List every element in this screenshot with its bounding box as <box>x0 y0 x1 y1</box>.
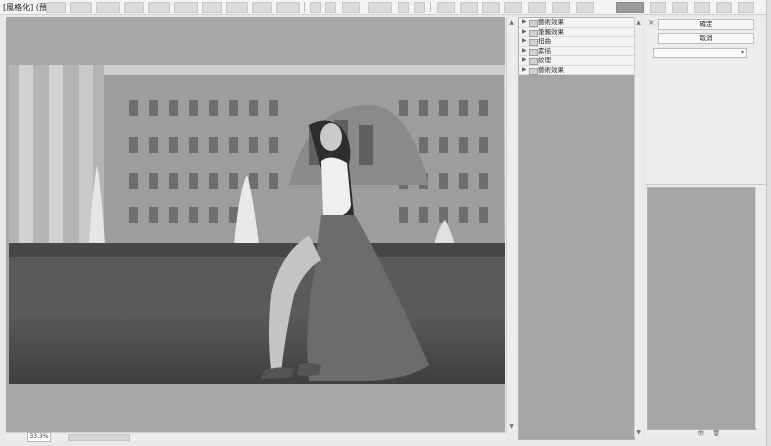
tree-item-label: 扭曲 <box>538 37 551 45</box>
toolbar-dropdown[interactable] <box>342 2 360 13</box>
folder-icon <box>529 48 538 56</box>
toolbar-button[interactable] <box>325 2 336 13</box>
canvas-horizontal-scrollbar[interactable] <box>6 432 506 441</box>
toolbar-button[interactable] <box>437 2 455 13</box>
scroll-up-icon[interactable]: ▲ <box>635 19 642 26</box>
chevron-right-icon[interactable]: ▶ <box>522 37 527 46</box>
toolbar-control[interactable] <box>148 2 170 13</box>
scroll-down-icon[interactable]: ▼ <box>508 423 515 430</box>
toolbar-field[interactable] <box>368 2 392 13</box>
toolbar-control[interactable] <box>226 2 248 13</box>
toolbar-separator <box>304 2 305 12</box>
canvas-vertical-scrollbar[interactable]: ▲ ▼ <box>506 17 516 432</box>
preview-photo-graphic <box>9 65 505 384</box>
toolbar-button[interactable] <box>576 2 594 13</box>
chevron-right-icon[interactable]: ▶ <box>522 56 527 65</box>
toolbar-button[interactable] <box>482 2 500 13</box>
chevron-right-icon[interactable]: ▶ <box>522 28 527 37</box>
close-icon[interactable]: × <box>648 18 655 27</box>
toolbar-control[interactable] <box>252 2 272 13</box>
chevron-right-icon[interactable]: ▶ <box>522 18 527 27</box>
chevron-right-icon[interactable]: ▶ <box>522 66 527 75</box>
toolbar-button[interactable] <box>310 2 321 13</box>
effect-layers-box[interactable] <box>647 187 756 430</box>
toolbar-control[interactable] <box>174 2 198 13</box>
folder-icon <box>529 39 538 46</box>
toolbar-tab[interactable] <box>716 2 732 13</box>
toolbar-control[interactable] <box>46 2 66 13</box>
toolbar-button[interactable] <box>398 2 409 13</box>
scroll-thumb[interactable] <box>68 434 130 441</box>
layers-vertical-scrollbar[interactable] <box>755 187 763 428</box>
window-edge <box>766 0 771 446</box>
toolbar-tab[interactable] <box>694 2 710 13</box>
toolbar-tab[interactable] <box>672 2 688 13</box>
toolbar-control[interactable] <box>70 2 92 13</box>
tree-vertical-scrollbar[interactable]: ▲ ▼ <box>634 17 642 438</box>
folder-icon <box>529 67 538 75</box>
filter-tree-panel: ▶ 藝術效果 ▶ 筆觸效果 ▶ 扭曲 ▶ 素描 ▶ 紋理 ▶ 藝術效果 <box>518 17 635 440</box>
toolbar-button[interactable] <box>528 2 546 13</box>
toolbar-button[interactable] <box>460 2 478 13</box>
preview-image <box>9 65 505 384</box>
tree-item[interactable]: ▶ 藝術效果 <box>519 65 634 75</box>
tree-item[interactable]: ▶ 藝術效果 <box>519 18 634 28</box>
toolbar-tab[interactable] <box>738 2 754 13</box>
layer-actions: 👁 🗑 <box>697 430 726 437</box>
scroll-up-icon[interactable]: ▲ <box>508 19 515 26</box>
tree-item-label: 素描 <box>538 46 551 55</box>
toolbar-control[interactable] <box>96 2 120 13</box>
toolbar-button[interactable] <box>414 2 425 13</box>
toolbar-button[interactable] <box>552 2 570 13</box>
tree-item[interactable]: ▶ 素描 <box>519 46 634 56</box>
scroll-down-icon[interactable]: ▼ <box>635 429 642 436</box>
toolbar-separator <box>430 2 431 12</box>
filter-preset-select[interactable]: ▾ <box>653 48 747 58</box>
toolbar-control[interactable] <box>124 2 144 13</box>
chevron-right-icon[interactable]: ▶ <box>522 47 527 56</box>
toolbar-tab-active[interactable] <box>616 2 644 13</box>
trash-icon[interactable]: 🗑 <box>713 430 721 437</box>
tree-item-label: 筆觸效果 <box>538 27 564 36</box>
visibility-icon[interactable]: 👁 <box>697 430 705 437</box>
tree-item[interactable]: ▶ 扭曲 <box>519 37 634 47</box>
toolbar-button[interactable] <box>504 2 522 13</box>
filter-category-list: ▶ 藝術效果 ▶ 筆觸效果 ▶ 扭曲 ▶ 素描 ▶ 紋理 ▶ 藝術效果 <box>519 18 634 75</box>
toolbar-control[interactable] <box>202 2 222 13</box>
chevron-down-icon[interactable]: ▾ <box>741 49 744 57</box>
tree-item[interactable]: ▶ 紋理 <box>519 56 634 66</box>
tree-item[interactable]: ▶ 筆觸效果 <box>519 27 634 37</box>
folder-icon <box>529 20 538 27</box>
tree-item-label: 藝術效果 <box>538 65 564 74</box>
toolbar-control[interactable] <box>276 2 300 13</box>
ok-button[interactable]: 確定 <box>658 19 754 30</box>
folder-icon <box>529 58 538 65</box>
settings-panel: × 確定 取消 ▾ 👁 🗑 <box>645 17 765 438</box>
cancel-button[interactable]: 取消 <box>658 33 754 44</box>
folder-icon <box>529 29 538 37</box>
toolbar-tab[interactable] <box>650 2 666 13</box>
tree-item-label: 紋理 <box>538 56 551 64</box>
zoom-level[interactable]: 33.3% <box>27 432 51 442</box>
top-toolbar: [風格化] (預設值) <box>0 0 771 15</box>
tree-item-label: 藝術效果 <box>538 18 564 26</box>
panel-divider <box>645 184 765 185</box>
